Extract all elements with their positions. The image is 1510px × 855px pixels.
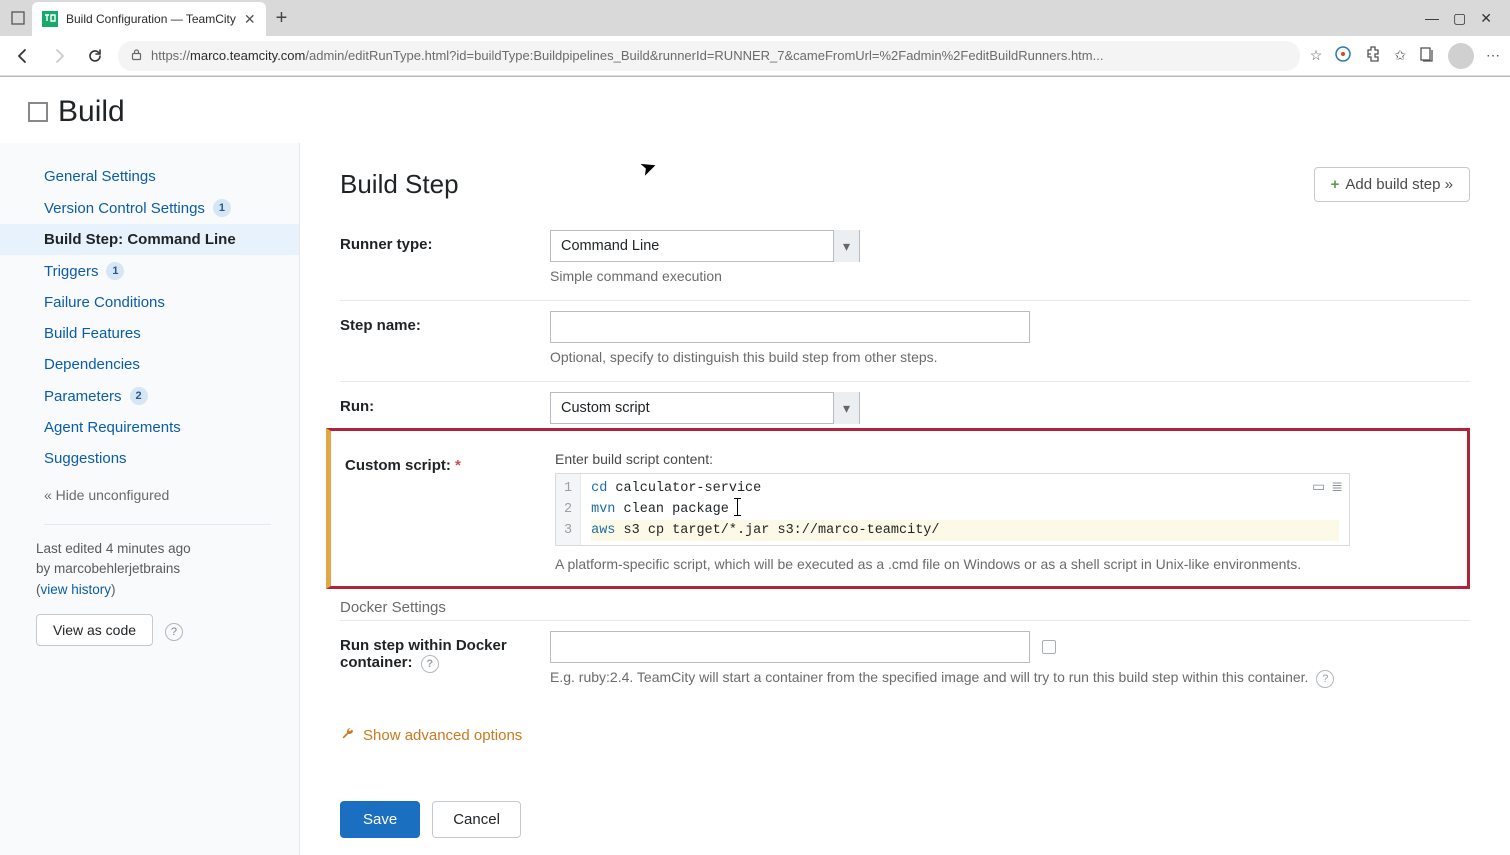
tab-title: Build Configuration — TeamCity: [66, 12, 236, 26]
docker-container-label: Run step within Docker container: ?: [340, 631, 550, 673]
browser-chrome: Build Configuration — TeamCity ✕ + — ▢ ✕…: [0, 0, 1510, 77]
script-line: cd calculator-service: [591, 478, 1339, 499]
last-edited-info: Last edited 4 minutes ago by marcobehler…: [0, 539, 299, 600]
main-content: Build Step ➤ + Add build step » Runner t…: [300, 143, 1510, 855]
window-minimize-icon[interactable]: —: [1425, 10, 1439, 27]
help-icon[interactable]: ?: [421, 655, 439, 673]
sidebar: General Settings Version Control Settings…: [0, 143, 300, 855]
runner-type-label: Runner type:: [340, 230, 550, 253]
nav-forward-icon: [46, 43, 72, 69]
sidebar-item-dependencies[interactable]: Dependencies: [0, 349, 299, 380]
build-type-icon: [28, 102, 48, 122]
wrench-icon: [340, 726, 355, 745]
runner-type-hint: Simple command execution: [550, 268, 1470, 284]
sidebar-item-agent-requirements[interactable]: Agent Requirements: [0, 412, 299, 443]
section-title: Build Step: [340, 169, 459, 200]
hide-unconfigured-link[interactable]: « Hide unconfigured: [0, 480, 299, 510]
docker-container-input[interactable]: [550, 631, 1030, 663]
step-name-hint: Optional, specify to distinguish this bu…: [550, 349, 1470, 365]
url-text: https://marco.teamcity.com/admin/editRun…: [151, 48, 1288, 63]
chevron-down-icon: ▾: [833, 392, 859, 424]
favorites-bar-icon[interactable]: ✩: [1394, 47, 1406, 64]
extensions-icon[interactable]: [1364, 45, 1382, 66]
custom-script-editor[interactable]: 123 cd calculator-servicemvn clean packa…: [555, 473, 1350, 546]
nav-reload-icon[interactable]: [82, 43, 108, 69]
sidebar-item-label: Triggers: [44, 263, 98, 280]
docker-picker-icon[interactable]: [1042, 640, 1056, 654]
view-as-code-button[interactable]: View as code: [36, 614, 153, 646]
add-build-step-button[interactable]: + Add build step »: [1314, 167, 1470, 202]
sidebar-item-triggers[interactable]: Triggers 1: [0, 255, 299, 287]
browser-tab[interactable]: Build Configuration — TeamCity ✕: [32, 2, 266, 36]
more-icon[interactable]: ⋯: [1486, 47, 1500, 64]
cancel-button[interactable]: Cancel: [432, 801, 521, 838]
chevron-down-icon: ▾: [833, 230, 859, 262]
teamcity-favicon-icon: [42, 11, 58, 27]
editor-wrap-icon[interactable]: ≣: [1331, 478, 1343, 495]
profile-avatar-icon[interactable]: [1448, 43, 1474, 69]
step-name-input[interactable]: [550, 311, 1030, 343]
script-line: mvn clean package: [591, 499, 1339, 520]
view-history-link[interactable]: view history: [41, 582, 112, 597]
sidebar-item-build-step-command-line[interactable]: Build Step: Command Line: [0, 224, 299, 255]
docker-settings-header: Docker Settings: [340, 589, 1470, 621]
sidebar-item-build-features[interactable]: Build Features: [0, 318, 299, 349]
run-mode-select[interactable]: Custom script ▾: [550, 392, 860, 424]
editor-fullscreen-icon[interactable]: ▭: [1312, 478, 1325, 495]
tab-close-icon[interactable]: ✕: [244, 11, 256, 28]
docker-hint: E.g. ruby:2.4. TeamCity will start a con…: [550, 669, 1470, 688]
count-badge: 2: [130, 387, 148, 405]
sidebar-item-label: Build Step: Command Line: [44, 231, 236, 248]
sidebar-item-label: Parameters: [44, 388, 122, 405]
script-prompt: Enter build script content:: [555, 451, 1453, 467]
run-label: Run:: [340, 392, 550, 415]
sidebar-item-label: General Settings: [44, 168, 156, 185]
window-maximize-icon[interactable]: ▢: [1453, 10, 1466, 27]
sidebar-item-label: Suggestions: [44, 450, 127, 467]
count-badge: 1: [106, 262, 124, 280]
help-icon[interactable]: ?: [1316, 670, 1334, 688]
script-hint: A platform-specific script, which will b…: [555, 556, 1453, 572]
sidebar-item-label: Failure Conditions: [44, 294, 165, 311]
new-tab-button[interactable]: +: [270, 7, 294, 30]
sidebar-item-version-control-settings[interactable]: Version Control Settings 1: [0, 192, 299, 224]
mouse-cursor-icon: ➤: [636, 153, 660, 182]
sidebar-item-label: Build Features: [44, 325, 141, 342]
save-button[interactable]: Save: [340, 801, 420, 838]
ext-icon-1[interactable]: [1334, 45, 1352, 66]
window-close-icon[interactable]: ✕: [1480, 10, 1492, 27]
favorite-icon[interactable]: ☆: [1310, 47, 1323, 64]
sidebar-item-general-settings[interactable]: General Settings: [0, 161, 299, 192]
show-advanced-options-link[interactable]: Show advanced options: [340, 726, 1470, 745]
line-number-gutter: 123: [556, 474, 581, 545]
lock-icon: [130, 48, 143, 64]
runner-type-select[interactable]: Command Line ▾: [550, 230, 860, 262]
sidebar-item-label: Dependencies: [44, 356, 140, 373]
nav-back-icon[interactable]: [10, 43, 36, 69]
step-name-label: Step name:: [340, 311, 550, 334]
page-title: Build: [28, 95, 1482, 129]
script-line: aws s3 cp target/*.jar s3://marco-teamci…: [591, 520, 1339, 541]
sidebar-item-suggestions[interactable]: Suggestions: [0, 443, 299, 474]
sidebar-item-label: Version Control Settings: [44, 200, 205, 217]
help-icon[interactable]: ?: [165, 623, 183, 641]
address-bar[interactable]: https://marco.teamcity.com/admin/editRun…: [118, 41, 1300, 71]
collections-icon[interactable]: [1418, 45, 1436, 66]
custom-script-label: Custom script: *: [345, 451, 555, 474]
tab-actions-icon[interactable]: [8, 8, 28, 28]
custom-script-highlighted-area: Custom script: * Enter build script cont…: [326, 428, 1470, 589]
sidebar-item-failure-conditions[interactable]: Failure Conditions: [0, 287, 299, 318]
sidebar-item-parameters[interactable]: Parameters 2: [0, 380, 299, 412]
count-badge: 1: [213, 199, 231, 217]
sidebar-item-label: Agent Requirements: [44, 419, 181, 436]
plus-icon: +: [1331, 176, 1340, 193]
